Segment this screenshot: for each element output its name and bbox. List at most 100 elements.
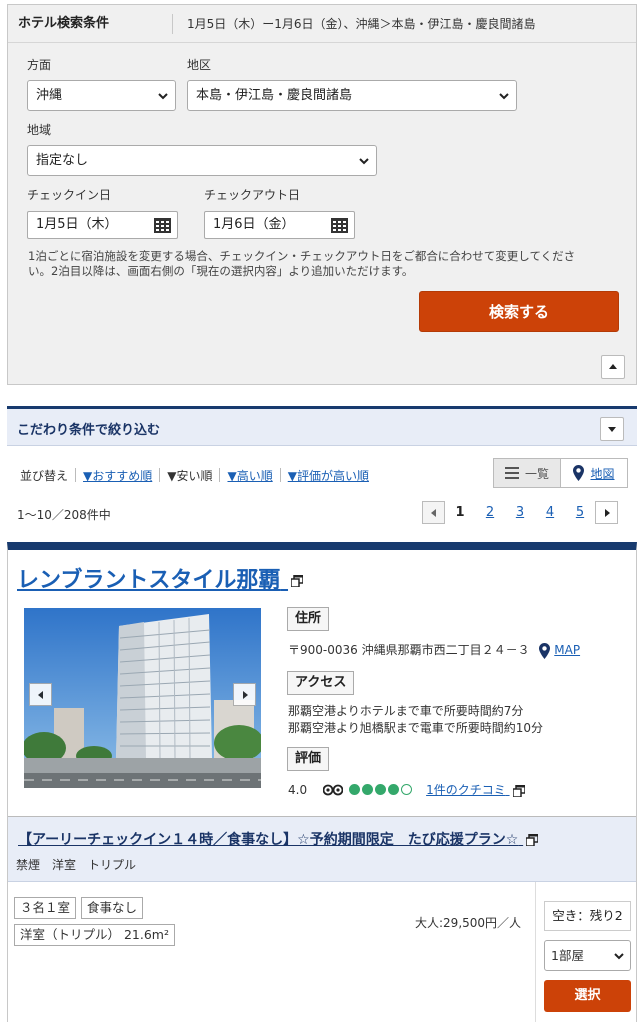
search-summary: 1月5日（木）ー1月6日（金）、沖縄＞本島・伊江島・慶良間諸島 xyxy=(187,17,536,31)
rating-value: 4.0 xyxy=(288,782,308,797)
expand-filter-button[interactable] xyxy=(600,417,624,441)
search-conditions-panel: ホテル検索条件 1月5日（木）ー1月6日（金）、沖縄＞本島・伊江島・慶良間諸島 … xyxy=(7,4,637,385)
search-panel-title: ホテル検索条件 xyxy=(8,13,173,34)
area-label: 地域 xyxy=(27,123,52,137)
triangle-left-icon xyxy=(430,508,436,517)
filter-panel[interactable]: こだわり条件で絞り込む xyxy=(7,406,637,446)
page-number-link[interactable]: 2 xyxy=(475,505,505,520)
sort-recommended-link[interactable]: ▼おすすめ順 xyxy=(83,467,152,484)
checkout-label: チェックアウト日 xyxy=(204,188,301,202)
map-pin-icon xyxy=(573,465,585,481)
calendar-icon[interactable] xyxy=(331,218,348,233)
direction-select[interactable]: 沖縄 xyxy=(27,80,176,111)
chevron-down-icon xyxy=(614,953,624,960)
meal-tag: 食事なし xyxy=(81,897,144,919)
hotel-photo xyxy=(24,608,261,788)
hotel-address: 〒900-0036 沖縄県那覇市西二丁目２４－３ MAP xyxy=(288,642,580,659)
hotel-card: レンブラントスタイル那覇 住所 〒900-0036 沖縄県那覇市西二丁目２４－３… xyxy=(7,542,637,1022)
triangle-right-icon xyxy=(242,690,248,699)
plan-header: 【アーリーチェックイン１４時／食事なし】☆予約期間限定 たび応援プラン☆ 禁煙 … xyxy=(8,816,636,882)
rating-dot-filled xyxy=(388,784,400,795)
calendar-icon[interactable] xyxy=(154,218,171,233)
triangle-down-icon xyxy=(608,427,616,432)
map-link[interactable]: MAP xyxy=(554,643,580,657)
view-map-button[interactable]: 地図 xyxy=(561,459,627,487)
prev-page-button[interactable] xyxy=(422,501,445,524)
hotel-name-link[interactable]: レンブラントスタイル那覇 xyxy=(17,562,304,594)
direction-label: 方面 xyxy=(27,58,52,72)
view-map-label: 地図 xyxy=(590,466,615,481)
rating-dot-filled xyxy=(349,784,361,795)
next-page-button[interactable] xyxy=(595,501,618,524)
direction-select-value: 沖縄 xyxy=(36,88,63,103)
plan-title-link[interactable]: 【アーリーチェックイン１４時／食事なし】☆予約期間限定 たび応援プラン☆ xyxy=(18,829,539,849)
rating-tag: 評価 xyxy=(287,747,330,771)
search-panel-header: ホテル検索条件 1月5日（木）ー1月6日（金）、沖縄＞本島・伊江島・慶良間諸島 xyxy=(8,5,636,43)
rating-dot-filled xyxy=(375,784,387,795)
external-window-icon xyxy=(512,784,525,797)
plan-meta-item: 洋室 xyxy=(52,858,77,872)
access-line: 那覇空港より旭橋駅まで電車で所要時間約10分 xyxy=(288,721,544,735)
note-line: 1泊ごとに宿泊施設を変更する場合、チェックイン・チェックアウト日をご都合に合わせ… xyxy=(28,249,576,263)
external-window-icon xyxy=(526,834,539,846)
list-icon xyxy=(504,467,519,479)
photo-prev-button[interactable] xyxy=(29,683,52,706)
sort-label: 並び替え xyxy=(20,468,69,483)
availability-badge: 空き：残り2 xyxy=(544,901,631,931)
booking-column: 空き：残り2 1部屋 選択 xyxy=(535,882,636,1022)
sort-bar: 並び替え ▼おすすめ順 ▼安い順 ▼高い順 ▼評価が高い順 xyxy=(20,466,369,484)
divider xyxy=(219,468,221,482)
page-number-link[interactable]: 3 xyxy=(505,505,535,520)
room-row: ３名１室 食事なし 洋室（トリプル） 21.6m² 大人:29,500円／人 空… xyxy=(8,882,636,1022)
sort-rating-link[interactable]: ▼評価が高い順 xyxy=(288,467,369,484)
price-per-person: 大人:29,500円／人 xyxy=(415,916,522,930)
checkin-date-value: 1月5日（木） xyxy=(36,217,118,232)
select-plan-button[interactable]: 選択 xyxy=(544,980,631,1012)
page-number-link[interactable]: 5 xyxy=(565,505,595,520)
area-select[interactable]: 指定なし xyxy=(27,145,377,176)
map-pin-icon xyxy=(539,642,551,659)
results-count: 1〜10／208件中 xyxy=(17,508,111,522)
address-text: 〒900-0036 沖縄県那覇市西二丁目２４－３ xyxy=(288,643,530,657)
hotel-building-image xyxy=(24,608,261,788)
triangle-right-icon xyxy=(604,508,610,517)
view-toggle: 一覧 地図 xyxy=(493,458,628,488)
checkout-date-field[interactable]: 1月6日（金） xyxy=(204,211,355,239)
divider xyxy=(75,468,77,482)
access-tag: アクセス xyxy=(287,671,355,695)
chevron-down-icon xyxy=(359,158,369,165)
page-number-link[interactable]: 4 xyxy=(535,505,565,520)
photo-next-button[interactable] xyxy=(233,683,256,706)
note-line: い。2泊目以降は、画面右側の「現在の選択内容」より追加いただけます。 xyxy=(28,264,414,278)
divider xyxy=(159,468,161,482)
chevron-down-icon xyxy=(499,93,509,100)
checkin-date-field[interactable]: 1月5日（木） xyxy=(27,211,178,239)
hotel-name: レンブラントスタイル那覇 xyxy=(17,568,281,593)
address-tag: 住所 xyxy=(287,607,330,631)
view-list-button[interactable]: 一覧 xyxy=(494,459,561,487)
collapse-search-button[interactable] xyxy=(601,355,625,379)
chevron-down-icon xyxy=(158,93,168,100)
plan-title: 【アーリーチェックイン１４時／食事なし】☆予約期間限定 たび応援プラン☆ xyxy=(18,832,519,848)
triangle-up-icon xyxy=(609,364,617,369)
rooms-select[interactable]: 1部屋 xyxy=(544,940,631,971)
rating-dot-filled xyxy=(362,784,374,795)
plan-meta-item: 禁煙 xyxy=(16,858,41,872)
triangle-left-icon xyxy=(37,690,43,699)
rating-dots xyxy=(349,784,413,795)
pagination: 1 2 3 4 5 xyxy=(422,501,618,524)
plan-meta: 禁煙 洋室 トリプル xyxy=(16,856,136,873)
rating-row: 4.0 1件のクチコミ xyxy=(288,781,525,798)
search-button[interactable]: 検索する xyxy=(419,291,619,332)
filter-panel-title: こだわり条件で絞り込む xyxy=(17,423,161,438)
sort-expensive-link[interactable]: ▼高い順 xyxy=(227,467,272,484)
district-select[interactable]: 本島・伊江島・慶良間諸島 xyxy=(187,80,517,111)
divider xyxy=(279,468,281,482)
reviews-link[interactable]: 1件のクチコミ xyxy=(426,781,525,798)
tripadvisor-owl-icon xyxy=(323,784,344,795)
external-window-icon xyxy=(291,575,304,587)
sort-cheapest-current: ▼安い順 xyxy=(167,468,213,483)
rating-dot-empty xyxy=(401,784,413,795)
occupancy-tag: ３名１室 xyxy=(14,897,77,919)
rooms-select-value: 1部屋 xyxy=(551,948,584,963)
